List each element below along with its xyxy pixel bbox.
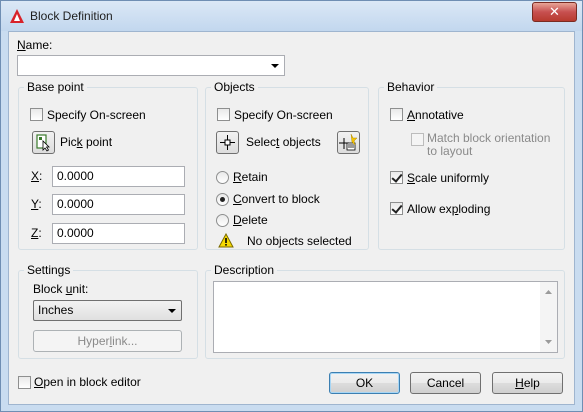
y-coordinate-input[interactable]: 0.0000 bbox=[52, 194, 185, 215]
convert-to-block-radio[interactable] bbox=[216, 193, 229, 206]
name-combobox[interactable] bbox=[17, 55, 285, 76]
allow-exploding-checkbox[interactable] bbox=[390, 202, 403, 215]
pick-point-label: Pick point bbox=[60, 135, 113, 149]
annotative-label: Annotative bbox=[407, 108, 464, 122]
description-group: Description bbox=[205, 263, 565, 359]
block-definition-dialog: Block Definition ✕ Name: Base point Spec… bbox=[0, 0, 583, 412]
objects-title: Objects bbox=[211, 80, 258, 94]
quick-select-button[interactable] bbox=[337, 131, 360, 154]
z-coordinate-input[interactable]: 0.0000 bbox=[52, 223, 185, 244]
pick-point-button[interactable] bbox=[32, 131, 55, 154]
quick-select-icon bbox=[339, 133, 358, 151]
x-coordinate-input[interactable]: 0.0000 bbox=[52, 166, 185, 187]
objects-specify-onscreen-checkbox[interactable] bbox=[217, 108, 230, 121]
name-label: Name: bbox=[17, 38, 53, 52]
scroll-down-icon[interactable] bbox=[545, 340, 552, 344]
select-objects-label: Select objects bbox=[246, 135, 321, 149]
base-point-specify-onscreen-label: Specify On-screen bbox=[47, 108, 146, 122]
objects-group: Objects Specify On-screen Select objects bbox=[205, 80, 369, 250]
help-button[interactable]: Help bbox=[492, 372, 563, 394]
window-title: Block Definition bbox=[30, 9, 113, 23]
convert-to-block-label: Convert to block bbox=[233, 192, 320, 206]
delete-radio[interactable] bbox=[216, 214, 229, 227]
delete-label: Delete bbox=[233, 213, 268, 227]
annotative-checkbox[interactable] bbox=[390, 108, 403, 121]
base-point-specify-onscreen-checkbox[interactable] bbox=[30, 108, 43, 121]
scale-uniformly-label: Scale uniformly bbox=[407, 171, 490, 185]
warning-text: No objects selected bbox=[247, 234, 352, 248]
dialog-body: Name: Base point Specify On-screen Pick … bbox=[8, 31, 575, 405]
match-orientation-label: Match block orientation to layout bbox=[427, 131, 551, 158]
close-button[interactable]: ✕ bbox=[532, 2, 577, 22]
scale-uniformly-checkbox[interactable] bbox=[390, 171, 403, 184]
description-title: Description bbox=[211, 263, 278, 277]
match-orientation-checkbox[interactable] bbox=[411, 133, 424, 146]
chevron-down-icon bbox=[271, 64, 279, 68]
block-unit-value: Inches bbox=[38, 303, 74, 317]
settings-group: Settings Block unit: Inches Hyperlink... bbox=[18, 263, 198, 359]
retain-label: Retain bbox=[233, 170, 268, 184]
description-textarea[interactable] bbox=[213, 281, 558, 353]
y-label: Y: bbox=[31, 197, 42, 211]
block-unit-label: Block unit: bbox=[33, 282, 89, 296]
settings-title: Settings bbox=[24, 263, 74, 277]
hyperlink-button[interactable]: Hyperlink... bbox=[33, 330, 182, 352]
close-icon: ✕ bbox=[549, 4, 560, 19]
pick-point-icon bbox=[36, 134, 50, 152]
ok-button[interactable]: OK bbox=[329, 372, 400, 394]
y-value: 0.0000 bbox=[57, 197, 94, 211]
base-point-title: Base point bbox=[24, 80, 87, 94]
warning-icon bbox=[218, 233, 234, 248]
base-point-group: Base point Specify On-screen Pick point … bbox=[18, 80, 198, 250]
z-value: 0.0000 bbox=[57, 226, 94, 240]
select-objects-button[interactable] bbox=[216, 131, 239, 154]
objects-specify-onscreen-label: Specify On-screen bbox=[234, 108, 333, 122]
chevron-down-icon bbox=[168, 309, 176, 313]
allow-exploding-label: Allow exploding bbox=[407, 202, 491, 216]
block-unit-select[interactable]: Inches bbox=[33, 300, 182, 321]
select-objects-icon bbox=[220, 135, 235, 150]
autocad-logo-icon bbox=[10, 9, 24, 23]
retain-radio[interactable] bbox=[216, 171, 229, 184]
open-in-block-editor-label: Open in block editor bbox=[34, 375, 141, 389]
description-scrollbar[interactable] bbox=[540, 282, 557, 352]
scroll-up-icon[interactable] bbox=[545, 290, 552, 294]
behavior-title: Behavior bbox=[384, 80, 438, 94]
x-label: X: bbox=[31, 169, 43, 183]
open-in-block-editor-checkbox[interactable] bbox=[18, 376, 31, 389]
cancel-button[interactable]: Cancel bbox=[410, 372, 481, 394]
title-bar[interactable]: Block Definition ✕ bbox=[1, 1, 582, 31]
x-value: 0.0000 bbox=[57, 169, 94, 183]
behavior-group: Behavior Annotative Match block orientat… bbox=[378, 80, 565, 250]
z-label: Z: bbox=[31, 226, 42, 240]
